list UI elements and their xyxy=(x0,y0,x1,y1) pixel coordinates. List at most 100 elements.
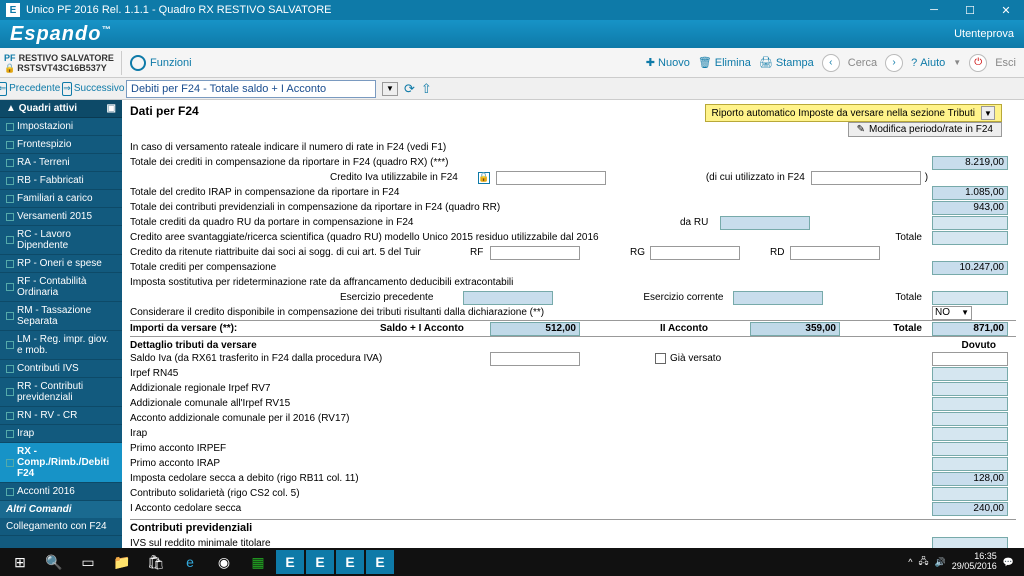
edge-icon[interactable]: e xyxy=(174,550,206,574)
label-cedolare: Imposta cedolare secca a debito (rigo RB… xyxy=(130,473,359,484)
elimina-button[interactable]: 🗑Elimina xyxy=(698,56,751,69)
sidebar-item-rf[interactable]: RF - Contabilità Ordinaria xyxy=(0,273,122,302)
value-aree xyxy=(932,231,1008,245)
label-pairap: Primo acconto IRAP xyxy=(130,458,220,469)
value-ru xyxy=(932,216,1008,230)
value-irap2 xyxy=(932,427,1008,441)
value-ivs1 xyxy=(932,537,1008,549)
sidebar-item-rp[interactable]: RP - Oneri e spese xyxy=(0,255,122,273)
label-addreg: Addizionale regionale Irpef RV7 xyxy=(130,383,270,394)
sidebar-item-ra[interactable]: RA - Terreni xyxy=(0,154,122,172)
banner-dropdown[interactable]: ▼ xyxy=(981,106,995,120)
explorer-icon[interactable]: 📁 xyxy=(106,550,138,574)
tray-up-icon[interactable]: ^ xyxy=(908,557,912,567)
sidebar-item-rn[interactable]: RN - RV - CR xyxy=(0,407,122,425)
tray-net-icon[interactable]: 🖧 xyxy=(918,554,928,570)
chevron-down-icon[interactable]: ▼ xyxy=(382,82,398,96)
espando-task-3[interactable]: E xyxy=(336,550,364,574)
label-tot-crediti: Totale dei crediti in compensazione da r… xyxy=(130,157,449,168)
cerca-prev[interactable]: ‹ xyxy=(822,54,840,72)
espando-task-2[interactable]: E xyxy=(306,550,334,574)
start-button[interactable]: ⊞ xyxy=(4,550,36,574)
sidebar-item-collegamento[interactable]: Collegamento con F24 xyxy=(0,518,122,536)
sidebar-collapse-icon[interactable]: ▣ xyxy=(107,103,116,114)
label-irap: Totale del credito IRAP in compensazione… xyxy=(130,187,399,198)
maximize-button[interactable]: ☐ xyxy=(958,4,982,17)
field-rg[interactable] xyxy=(650,246,740,260)
esci-button[interactable]: ⏻ xyxy=(969,54,987,72)
sidebar-item-familiari[interactable]: Familiari a carico xyxy=(0,190,122,208)
tray-notif-icon[interactable]: 💬 xyxy=(1003,557,1014,568)
sidebar-item-frontespizio[interactable]: Frontespizio xyxy=(0,136,122,154)
up-icon[interactable]: ⇧ xyxy=(421,81,432,97)
label-credito-iva: Credito Iva utilizzabile in F24 xyxy=(330,172,458,183)
label-addcom: Addizionale comunale all'Irpef RV15 xyxy=(130,398,290,409)
aiuto-button[interactable]: ?Aiuto xyxy=(911,57,945,69)
cerca-next[interactable]: › xyxy=(885,54,903,72)
trash-icon: 🗑 xyxy=(698,56,712,69)
cerca-label[interactable]: Cerca xyxy=(848,57,877,69)
field-rf[interactable] xyxy=(490,246,580,260)
gear-icon[interactable] xyxy=(130,55,146,71)
field-eserc-corr[interactable] xyxy=(733,291,823,305)
sidebar-item-rb[interactable]: RB - Fabbricati xyxy=(0,172,122,190)
main-panel: Dati per F24 Riporto automatico Imposte … xyxy=(122,100,1024,548)
field-dicui[interactable] xyxy=(811,171,921,185)
sidebar-item-rm[interactable]: RM - Tassazione Separata xyxy=(0,302,122,331)
modifica-button[interactable]: ✎Modifica periodo/rate in F24 xyxy=(848,122,1002,137)
espando-task-4[interactable]: E xyxy=(366,550,394,574)
refresh-icon[interactable]: ⟳ xyxy=(404,81,415,97)
lock-icon[interactable]: 🔒 xyxy=(478,172,490,184)
value-accaddcom xyxy=(932,412,1008,426)
label-saldoiva: Saldo Iva (da RX61 trasferito in F24 dal… xyxy=(130,353,382,364)
close-button[interactable]: ✕ xyxy=(994,4,1018,17)
select-considerare[interactable]: NO▼ xyxy=(932,306,972,320)
clock[interactable]: 16:35 29/05/2016 xyxy=(952,552,997,572)
sidebar-sub-header: Altri Comandi xyxy=(0,501,122,518)
printer-icon: 🖨 xyxy=(759,56,773,69)
taskview-icon[interactable]: ▭ xyxy=(72,550,104,574)
sidebar-item-impostazioni[interactable]: Impostazioni xyxy=(0,118,122,136)
search-icon[interactable]: 🔍 xyxy=(38,550,70,574)
sidebar: ▲ Quadri attivi▣ Impostazioni Frontespiz… xyxy=(0,100,122,548)
value-saldoiva[interactable] xyxy=(932,352,1008,366)
precedente-button[interactable]: ⇐ xyxy=(0,82,7,96)
successivo-label: Successivo xyxy=(74,83,125,94)
label-aree: Credito aree svantaggiate/ricerca scient… xyxy=(130,232,599,243)
checkbox-versato[interactable] xyxy=(655,353,666,364)
stampa-button[interactable]: 🖨Stampa xyxy=(759,56,814,69)
field-saldoiva[interactable] xyxy=(490,352,580,366)
aiuto-dropdown[interactable]: ▼ xyxy=(953,58,961,67)
sidebar-item-rr[interactable]: RR - Contributi previdenziali xyxy=(0,378,122,407)
funzioni-label[interactable]: Funzioni xyxy=(150,57,192,69)
field-eserc-prec[interactable] xyxy=(463,291,553,305)
sidebar-item-irap[interactable]: Irap xyxy=(0,425,122,443)
sidebar-item-versamenti[interactable]: Versamenti 2015 xyxy=(0,208,122,226)
esci-label[interactable]: Esci xyxy=(995,57,1016,69)
taskbar: ⊞ 🔍 ▭ 📁 🛍 e ◉ ▦ E E E E ^ 🖧 🔊 16:35 29/0… xyxy=(0,548,1024,576)
quadro-dropdown[interactable]: Debiti per F24 - Totale saldo + I Accont… xyxy=(126,80,376,98)
app-icon: E xyxy=(6,3,20,17)
sidebar-item-rc[interactable]: RC - Lavoro Dipendente xyxy=(0,226,122,255)
sidebar-item-acconti[interactable]: Acconti 2016 xyxy=(0,483,122,501)
field-rd[interactable] xyxy=(790,246,880,260)
espando-task-1[interactable]: E xyxy=(276,550,304,574)
user-box: PF RESTIVO SALVATORE 🔒RSTSVT43C16B537Y xyxy=(0,51,122,75)
successivo-button[interactable]: ⇒ xyxy=(62,82,72,96)
field-daru[interactable] xyxy=(720,216,810,230)
store-icon[interactable]: 🛍 xyxy=(140,550,172,574)
user-label[interactable]: Utenteprova xyxy=(954,28,1014,40)
nuovo-button[interactable]: ✚Nuovo xyxy=(646,56,690,69)
field-iva[interactable] xyxy=(496,171,606,185)
tray-vol-icon[interactable]: 🔊 xyxy=(935,557,946,568)
dropdown-value: Debiti per F24 - Totale saldo + I Accont… xyxy=(131,83,326,95)
chrome-icon[interactable]: ◉ xyxy=(208,550,240,574)
sidebar-item-lm[interactable]: LM - Reg. impr. giov. e mob. xyxy=(0,331,122,360)
sidebar-item-rx[interactable]: RX - Comp./Rimb./Debiti F24 xyxy=(0,443,122,483)
precedente-label: Precedente xyxy=(9,83,60,94)
sidebar-item-ivs[interactable]: Contributi IVS xyxy=(0,360,122,378)
value-contr-prev: 943,00 xyxy=(932,201,1008,215)
excel-icon[interactable]: ▦ xyxy=(242,550,274,574)
minimize-button[interactable]: ─ xyxy=(922,4,946,17)
label-totale: Totale xyxy=(895,232,922,243)
